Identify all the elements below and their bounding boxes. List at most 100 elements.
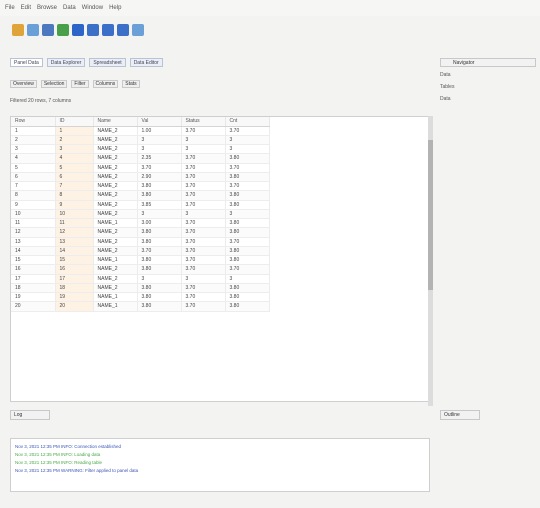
table-cell: 3 [225,144,270,155]
table-cell: 13 [11,237,56,247]
table-cell: NAME_2 [93,126,138,136]
tab-data-editor[interactable]: Data Editor [129,58,163,67]
log-line: Nov 3, 2021 12:35 PM WARNING: Filter app… [15,468,139,473]
subtab-selection[interactable]: Selection [40,80,68,88]
table-cell: 2 [11,135,56,146]
log-line: Nov 3, 2021 12:35 PM INFO: Reading table [15,460,103,465]
column-header[interactable]: Name [93,117,138,127]
tree-item-label[interactable]: Data [440,96,451,102]
debug-icon[interactable] [87,24,99,36]
tab-spreadsheet[interactable]: Spreadsheet [89,58,126,67]
table-cell: NAME_1 [93,301,138,312]
subtab-columns[interactable]: Columns [92,80,119,88]
table-row[interactable]: 20 20 NAME_1 3.80 3.70 3.80 [11,301,270,312]
log-line: Nov 3, 2021 12:35 PM INFO: Loading data [15,452,101,457]
table-cell: 6 [55,172,94,183]
table-cell: 20 [11,301,56,312]
menu-browse[interactable]: Browse [37,5,57,11]
table-row[interactable]: 5 5 NAME_2 3.70 3.70 3.70 [11,163,270,173]
menu-window[interactable]: Window [82,5,103,11]
menu-help[interactable]: Help [109,5,121,11]
table-cell: NAME_2 [93,237,138,247]
column-header[interactable]: Row [11,117,56,127]
menu-file[interactable]: File [5,5,15,11]
subtab-stats[interactable]: Stats [122,80,140,88]
table-row[interactable]: 12 12 NAME_2 3.80 3.70 3.80 [11,227,270,238]
table-cell: 3.80 [225,255,270,266]
folder-icon[interactable] [12,24,24,36]
table-row[interactable]: 6 6 NAME_2 2.90 3.70 3.80 [11,172,270,183]
table-row[interactable]: 1 1 NAME_2 1.00 3.70 3.70 [11,126,270,136]
table-cell: 8 [11,190,56,201]
run-icon[interactable] [72,24,84,36]
save-icon[interactable] [42,24,54,36]
filter-icon[interactable] [132,24,144,36]
table-row[interactable]: 16 16 NAME_2 3.80 3.70 3.70 [11,264,270,275]
tree-item-label[interactable]: Data [440,72,451,78]
table-cell: 3 [225,135,270,146]
table-cell: 3.80 [225,153,270,164]
subtab-filter[interactable]: Filter [71,80,89,88]
navigator-title[interactable]: Navigator [440,58,536,67]
table-cell: NAME_2 [93,163,138,173]
refresh-icon[interactable] [57,24,69,36]
column-header[interactable]: Status [181,117,226,127]
step-icon[interactable] [117,24,129,36]
table-cell: NAME_2 [93,135,138,146]
table-cell: 18 [55,283,94,294]
view-subtabs: Overview Selection Filter Columns Stats [10,80,140,88]
editor-tabs: Panel Data Data Explorer Spreadsheet Dat… [10,58,163,67]
table-row[interactable]: 3 3 NAME_2 3 3 3 [11,144,270,155]
table-row[interactable]: 11 11 NAME_1 3.00 3.70 3.80 [11,218,270,229]
table-cell: NAME_2 [93,181,138,192]
table-cell: 3.70 [181,246,226,257]
table-cell: 3 [181,144,226,155]
table-cell: 3.80 [137,301,182,312]
table-row[interactable]: 8 8 NAME_2 3.80 3.70 3.80 [11,190,270,201]
tab-data-explorer[interactable]: Data Explorer [46,58,86,67]
table-cell: 3.70 [181,264,226,275]
stop-icon[interactable] [102,24,114,36]
new-icon[interactable] [27,24,39,36]
table-row[interactable]: 9 9 NAME_2 3.85 3.70 3.80 [11,200,270,210]
table-row[interactable]: 14 14 NAME_2 3.70 3.70 3.80 [11,246,270,257]
menu-edit[interactable]: Edit [21,5,31,11]
table-row[interactable]: 18 18 NAME_2 3.80 3.70 3.80 [11,283,270,294]
table-cell: 3.80 [225,172,270,183]
table-row[interactable]: 19 19 NAME_1 3.80 3.70 3.80 [11,292,270,303]
table-cell: NAME_1 [93,218,138,229]
subtab-overview[interactable]: Overview [10,80,37,88]
table-cell: 15 [55,255,94,266]
table-row[interactable]: 13 13 NAME_2 3.80 3.70 3.70 [11,237,270,247]
table-cell: 3.80 [225,292,270,303]
tab-panel-data[interactable]: Panel Data [10,58,43,67]
column-header[interactable]: Val [137,117,182,127]
table-cell: 3.80 [225,301,270,312]
table-cell: 16 [55,264,94,275]
column-header[interactable]: Cnt [225,117,270,127]
tree-item-label[interactable]: Tables [440,84,454,90]
table-body: 1 1 NAME_2 1.00 3.70 3.70 2 2 NAME_2 3 3 3 3 3 NAME_2 3… [11,126,270,312]
table-cell: 3.70 [181,163,226,173]
menu-data[interactable]: Data [63,5,76,11]
table-row[interactable]: 7 7 NAME_2 3.80 3.70 3.70 [11,181,270,192]
table-cell: 17 [11,274,56,284]
table-cell: 17 [55,274,94,284]
column-header[interactable]: ID [55,117,94,127]
table-cell: 3.80 [137,283,182,294]
table-row[interactable]: 17 17 NAME_2 3 3 3 [11,274,270,284]
table-row[interactable]: 15 15 NAME_1 3.80 3.70 3.80 [11,255,270,266]
table-row[interactable]: 4 4 NAME_2 2.35 3.70 3.80 [11,153,270,164]
table-row[interactable]: 2 2 NAME_2 3 3 3 [11,135,270,146]
table-cell: 3 [55,144,94,155]
outline-panel: Outline [440,410,536,506]
table-row[interactable]: 10 10 NAME_2 3 3 3 [11,209,270,220]
table-cell: 1 [11,126,56,136]
table-cell: 3 [11,144,56,155]
table-cell: 3.80 [137,264,182,275]
outline-title[interactable]: Outline [440,410,480,420]
scrollbar-thumb[interactable] [428,140,433,290]
log-title[interactable]: Log [10,410,50,420]
table-cell: 3 [225,274,270,284]
table-cell: 3 [225,209,270,220]
